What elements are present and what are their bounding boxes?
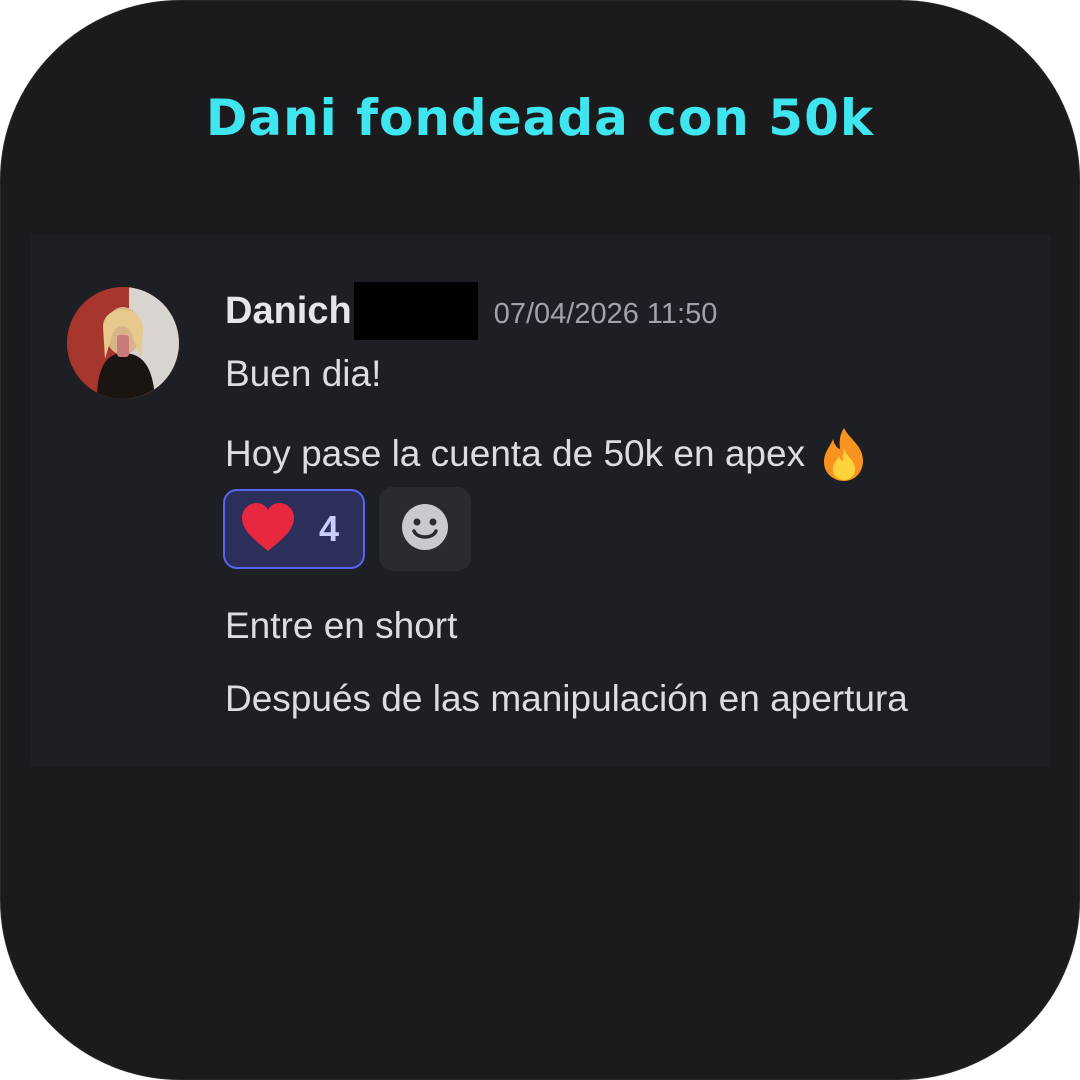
message-line: Después de las manipulación en apertura (225, 678, 908, 719)
reaction-count: 4 (319, 508, 340, 549)
headline: Dani fondeada con 50k (205, 89, 875, 147)
message-header: Danich 07/04/2026 11:50 (225, 282, 718, 340)
post-card: Dani fondeada con 50k Danich 07/04/2026 … (0, 0, 1080, 1080)
reactions-bar: 4 (223, 487, 471, 571)
timestamp: 07/04/2026 11:50 (493, 297, 718, 330)
message-line: Entre en short (225, 605, 458, 646)
fire-icon (815, 425, 873, 483)
redaction-box (353, 282, 478, 340)
message-line: Hoy pase la cuenta de 50k en apex (225, 433, 806, 474)
heart-icon (239, 501, 297, 558)
message-line-with-emoji: Hoy pase la cuenta de 50k en apex (225, 425, 873, 483)
add-reaction-button[interactable] (379, 487, 471, 571)
avatar[interactable] (67, 287, 179, 399)
smiley-icon (401, 503, 449, 556)
message-line: Buen dia! (225, 353, 382, 394)
username[interactable]: Danich (225, 290, 352, 333)
chat-message: Danich 07/04/2026 11:50 Buen dia! Hoy pa… (31, 235, 1051, 767)
heart-reaction-button[interactable]: 4 (223, 489, 365, 569)
